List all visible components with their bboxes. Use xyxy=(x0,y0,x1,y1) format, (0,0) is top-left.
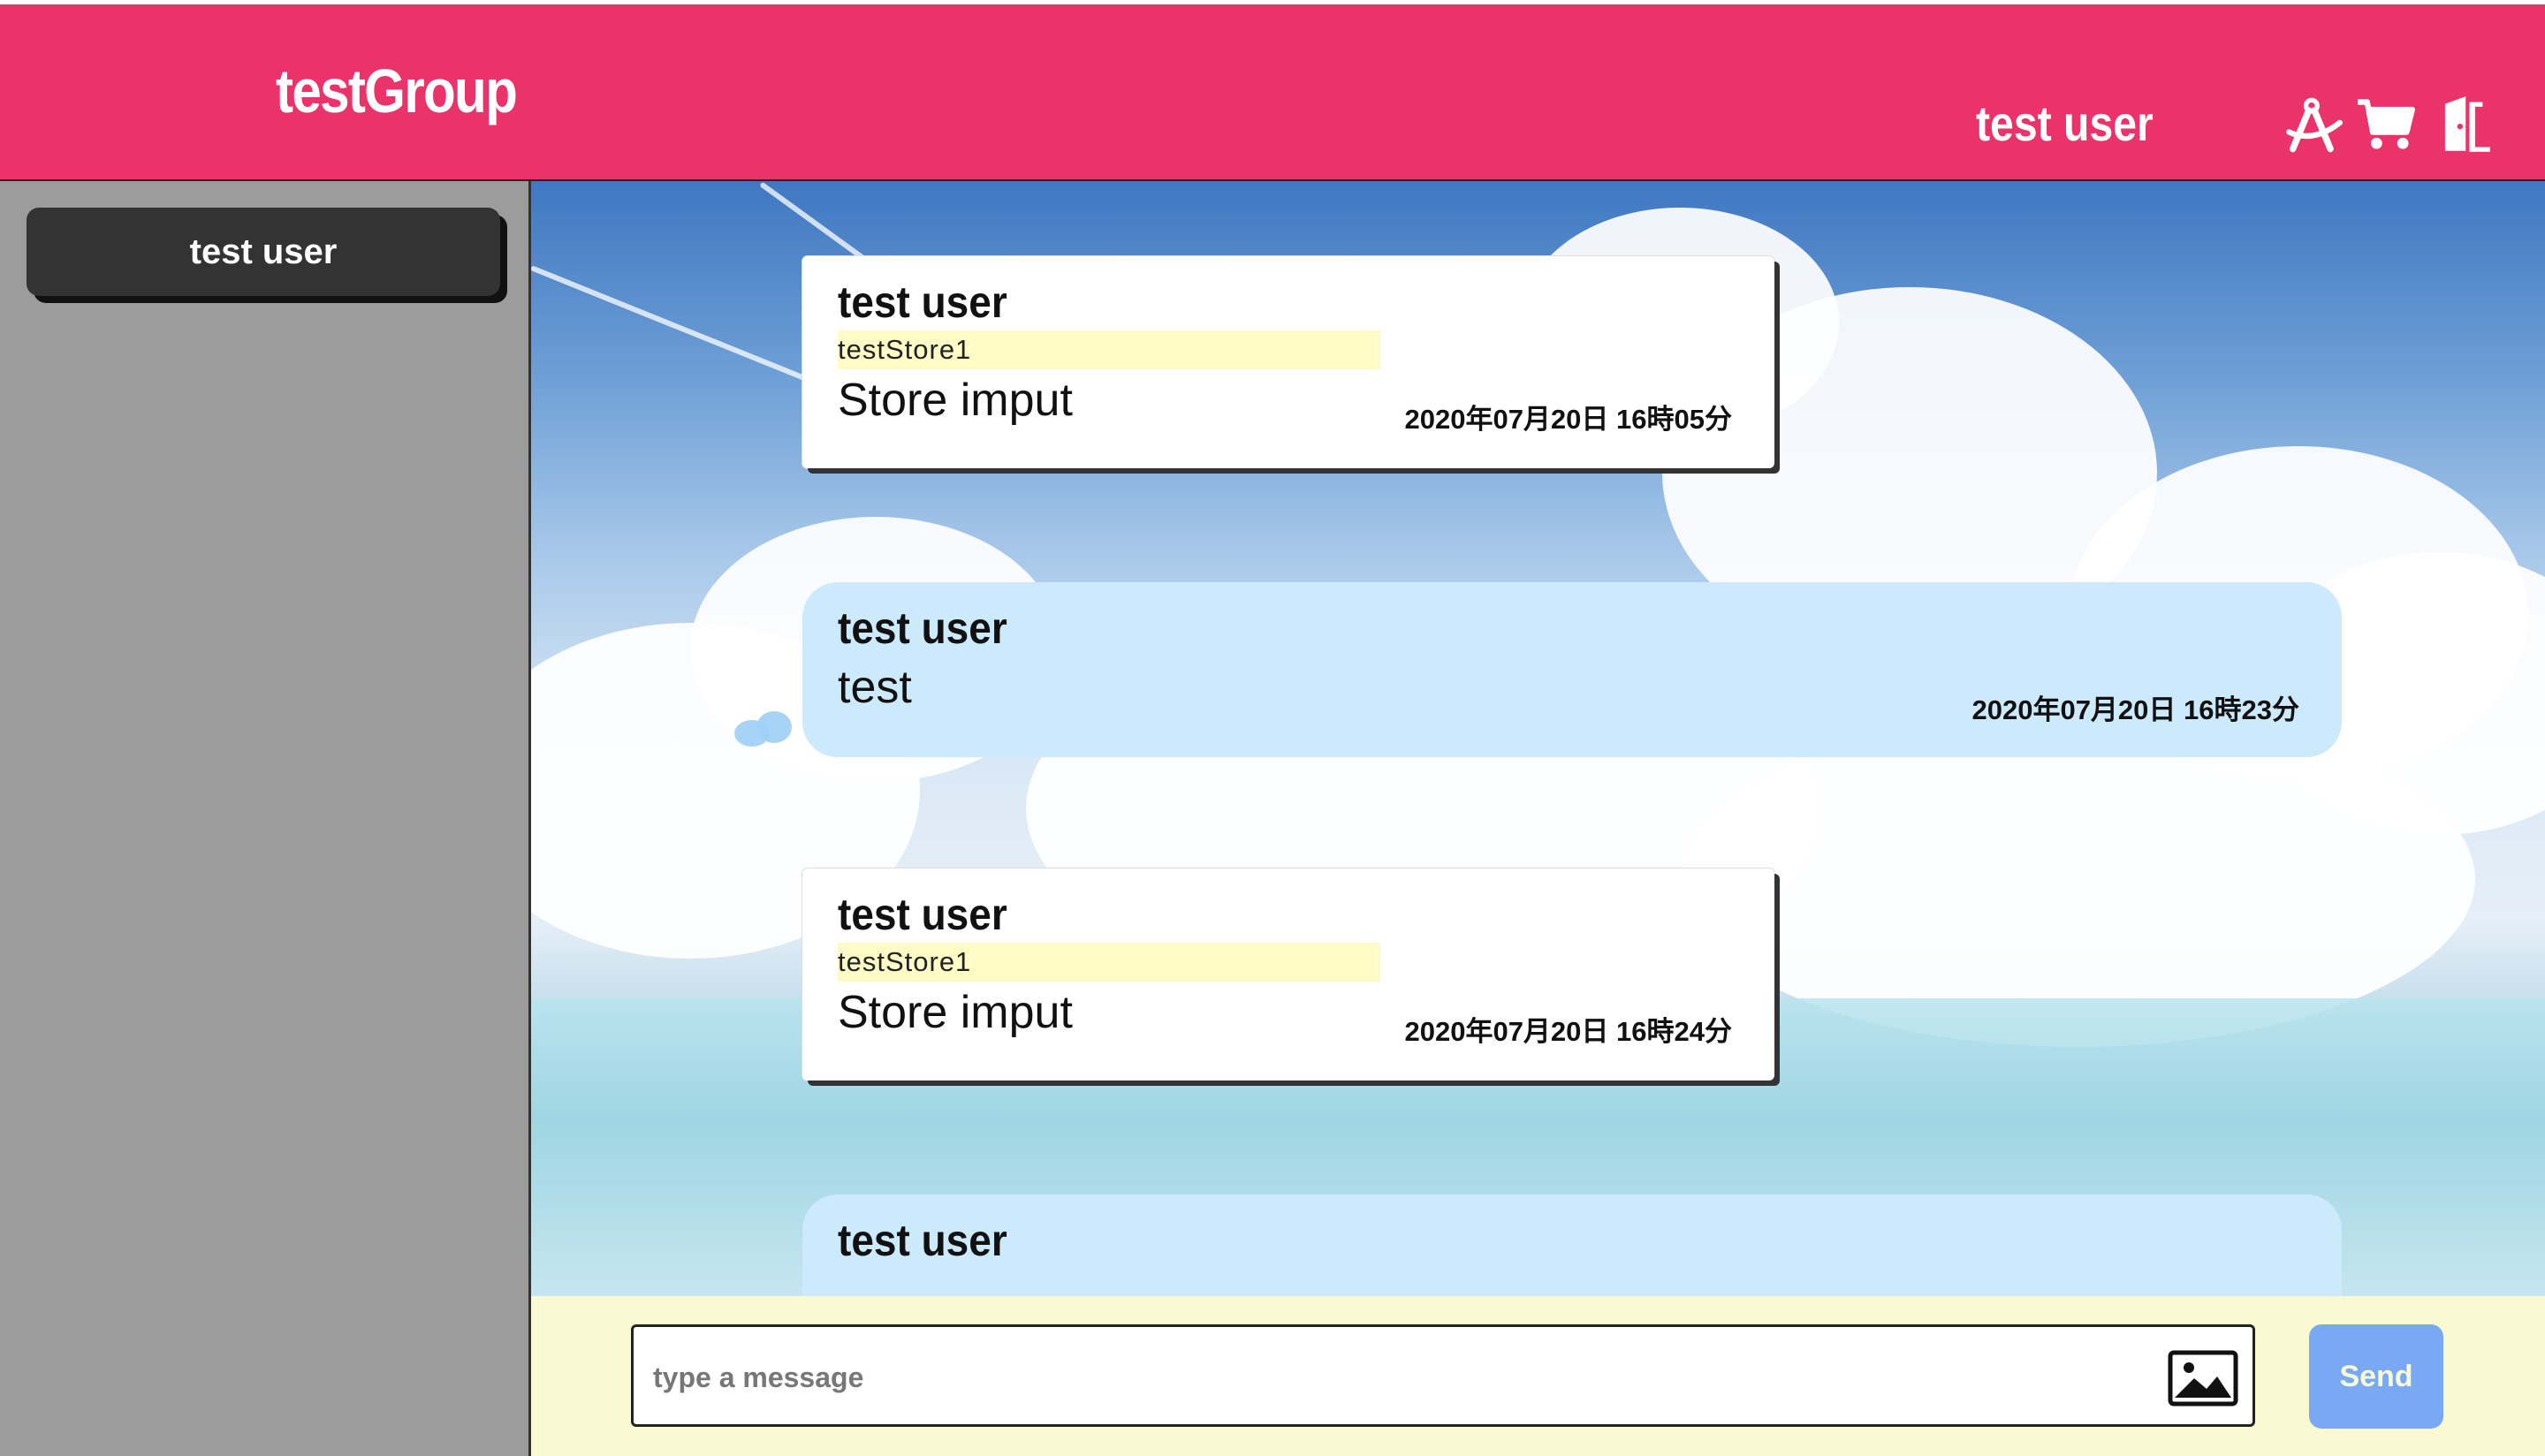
image-icon[interactable] xyxy=(2168,1350,2238,1407)
compass-tool-icon[interactable] xyxy=(2283,95,2344,155)
store-tag: testStore1 xyxy=(838,943,1380,982)
store-tag: testStore1 xyxy=(838,330,1380,369)
header-user-name: test user xyxy=(1976,95,2154,151)
logout-door-icon[interactable] xyxy=(2432,95,2492,155)
cart-icon[interactable] xyxy=(2356,95,2416,155)
send-button[interactable]: Send xyxy=(2309,1324,2443,1429)
group-title: testGroup xyxy=(276,57,518,125)
send-button-label: Send xyxy=(2339,1359,2413,1393)
cloud xyxy=(1680,711,2475,1047)
sidebar-item-user[interactable]: test user xyxy=(27,208,500,296)
message-card: test user xyxy=(802,1194,2342,1296)
message-input-box xyxy=(631,1324,2255,1427)
message-timestamp: 2020年07月20日 16時05分 xyxy=(1404,404,1732,435)
message-card: test user testStore1 Store imput 2020年07… xyxy=(802,868,1774,1081)
message-author: test user xyxy=(838,603,1007,653)
message-timestamp: 2020年07月20日 16時24分 xyxy=(1404,1016,1732,1047)
message-author: test user xyxy=(838,890,1007,939)
sidebar-item-label: test user xyxy=(189,231,338,271)
chat-area[interactable]: test user testStore1 Store imput 2020年07… xyxy=(531,181,2545,1296)
sky-streak xyxy=(531,265,827,390)
message-author: test user xyxy=(838,1216,1007,1265)
message-author: test user xyxy=(838,277,1007,327)
sidebar: test user xyxy=(0,181,531,1456)
bubble xyxy=(756,711,792,743)
message-card: test user test 2020年07月20日 16時23分 xyxy=(802,582,2342,757)
message-composer: Send xyxy=(531,1296,2545,1456)
app-header: testGroup test user xyxy=(0,4,2545,181)
message-timestamp: 2020年07月20日 16時23分 xyxy=(1971,694,2299,725)
message-card: test user testStore1 Store imput 2020年07… xyxy=(802,256,1774,468)
message-input[interactable] xyxy=(651,1345,2069,1410)
